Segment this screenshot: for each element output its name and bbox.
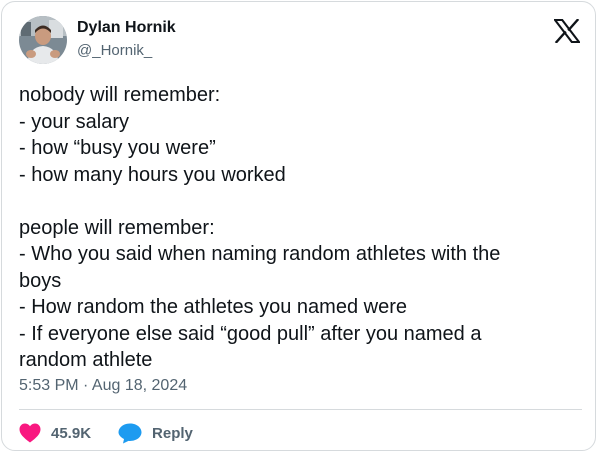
like-count: 45.9K	[51, 424, 92, 442]
reply-label: Reply	[152, 424, 193, 442]
avatar-photo	[19, 16, 67, 64]
tweet-line: boys	[19, 269, 62, 292]
tweet-line: - If everyone else said “good pull” afte…	[19, 322, 482, 345]
tweet-card: Dylan Hornik @_Hornik_ nobody will remem…	[1, 1, 596, 451]
tweet-line: - your salary	[19, 110, 130, 133]
avatar[interactable]	[19, 16, 67, 64]
reply-button[interactable]: Reply	[118, 423, 193, 444]
speech-bubble-icon	[118, 423, 142, 443]
tweet-line: - Who you said when naming random athlet…	[19, 243, 501, 265]
heart-icon	[19, 423, 41, 443]
divider	[19, 409, 582, 410]
author-name[interactable]: Dylan Hornik	[77, 19, 176, 37]
tweet-text: nobody will remember: - your salary - ho…	[19, 82, 579, 374]
x-logo-icon[interactable]	[552, 18, 582, 44]
tweet-line: random athlete	[19, 349, 153, 371]
author-handle[interactable]: @_Hornik_	[77, 42, 152, 59]
like-button[interactable]: 45.9K	[19, 423, 91, 443]
tweet-line: - how “busy you were”	[19, 137, 216, 159]
tweet-line: nobody will remember:	[19, 84, 221, 106]
tweet-line: - how many hours you worked	[19, 163, 286, 186]
action-bar: 45.9K Reply	[19, 420, 193, 446]
tweet-timestamp[interactable]: 5:53 PM · Aug 18, 2024	[19, 377, 187, 395]
tweet-line: people will remember:	[19, 216, 215, 239]
tweet-line: - How random the athletes you named were	[19, 296, 407, 318]
